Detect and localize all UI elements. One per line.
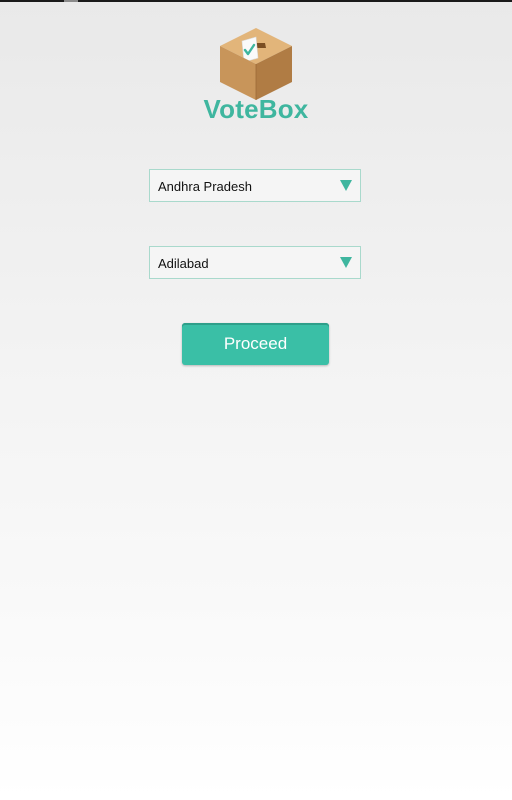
status-bar-indicator	[64, 0, 78, 2]
proceed-button[interactable]: Proceed	[182, 323, 329, 365]
state-dropdown-value: Andhra Pradesh	[158, 179, 252, 194]
app-title: VoteBox	[203, 94, 309, 124]
ballot-box-icon	[216, 26, 296, 102]
district-dropdown-value: Adilabad	[158, 256, 209, 271]
status-bar	[0, 0, 512, 2]
dropdown-arrow-icon	[340, 180, 352, 191]
dropdown-arrow-icon	[340, 257, 352, 268]
state-dropdown[interactable]: Andhra Pradesh	[149, 169, 361, 202]
district-dropdown[interactable]: Adilabad	[149, 246, 361, 279]
